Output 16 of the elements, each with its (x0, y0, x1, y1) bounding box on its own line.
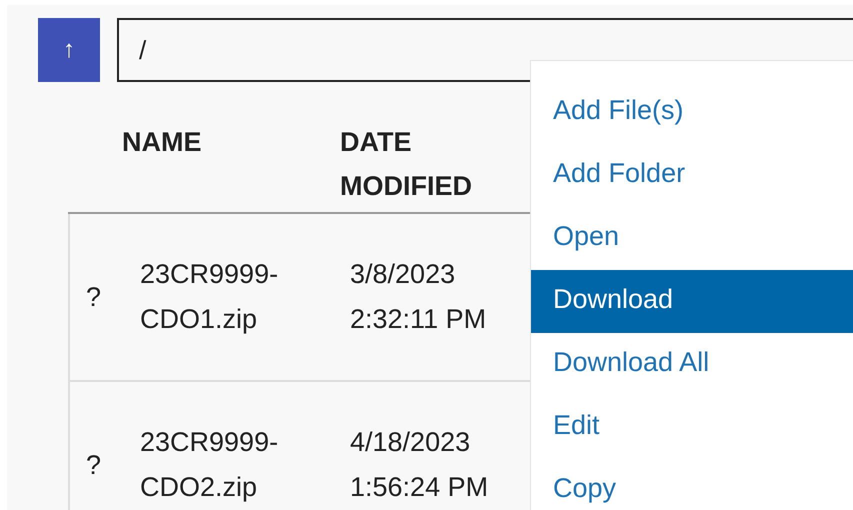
date-modified: 3/8/2023 2:32:11 PM (350, 258, 488, 336)
column-header: NAME (122, 126, 202, 159)
menu-item[interactable]: Download All (531, 333, 853, 396)
menu-item[interactable]: Edit (531, 396, 853, 459)
up-button[interactable]: ↑ (38, 18, 100, 82)
menu-item[interactable]: Copy (531, 459, 853, 510)
menu-item[interactable]: Download (531, 270, 853, 333)
menu-item[interactable]: Add File(s) (531, 81, 853, 144)
menu-item[interactable]: Add Folder (531, 144, 853, 207)
unknown-file-icon: ? (70, 274, 140, 320)
file-name: 23CR9999-CDO2.zip (140, 426, 280, 504)
menu-item[interactable]: Open (531, 207, 853, 270)
column-header: DATE MODIFIED (340, 126, 473, 203)
file-name: 23CR9999-CDO1.zip (140, 258, 280, 336)
unknown-file-icon: ? (70, 442, 140, 488)
date-modified: 4/18/2023 1:56:24 PM (350, 426, 490, 504)
